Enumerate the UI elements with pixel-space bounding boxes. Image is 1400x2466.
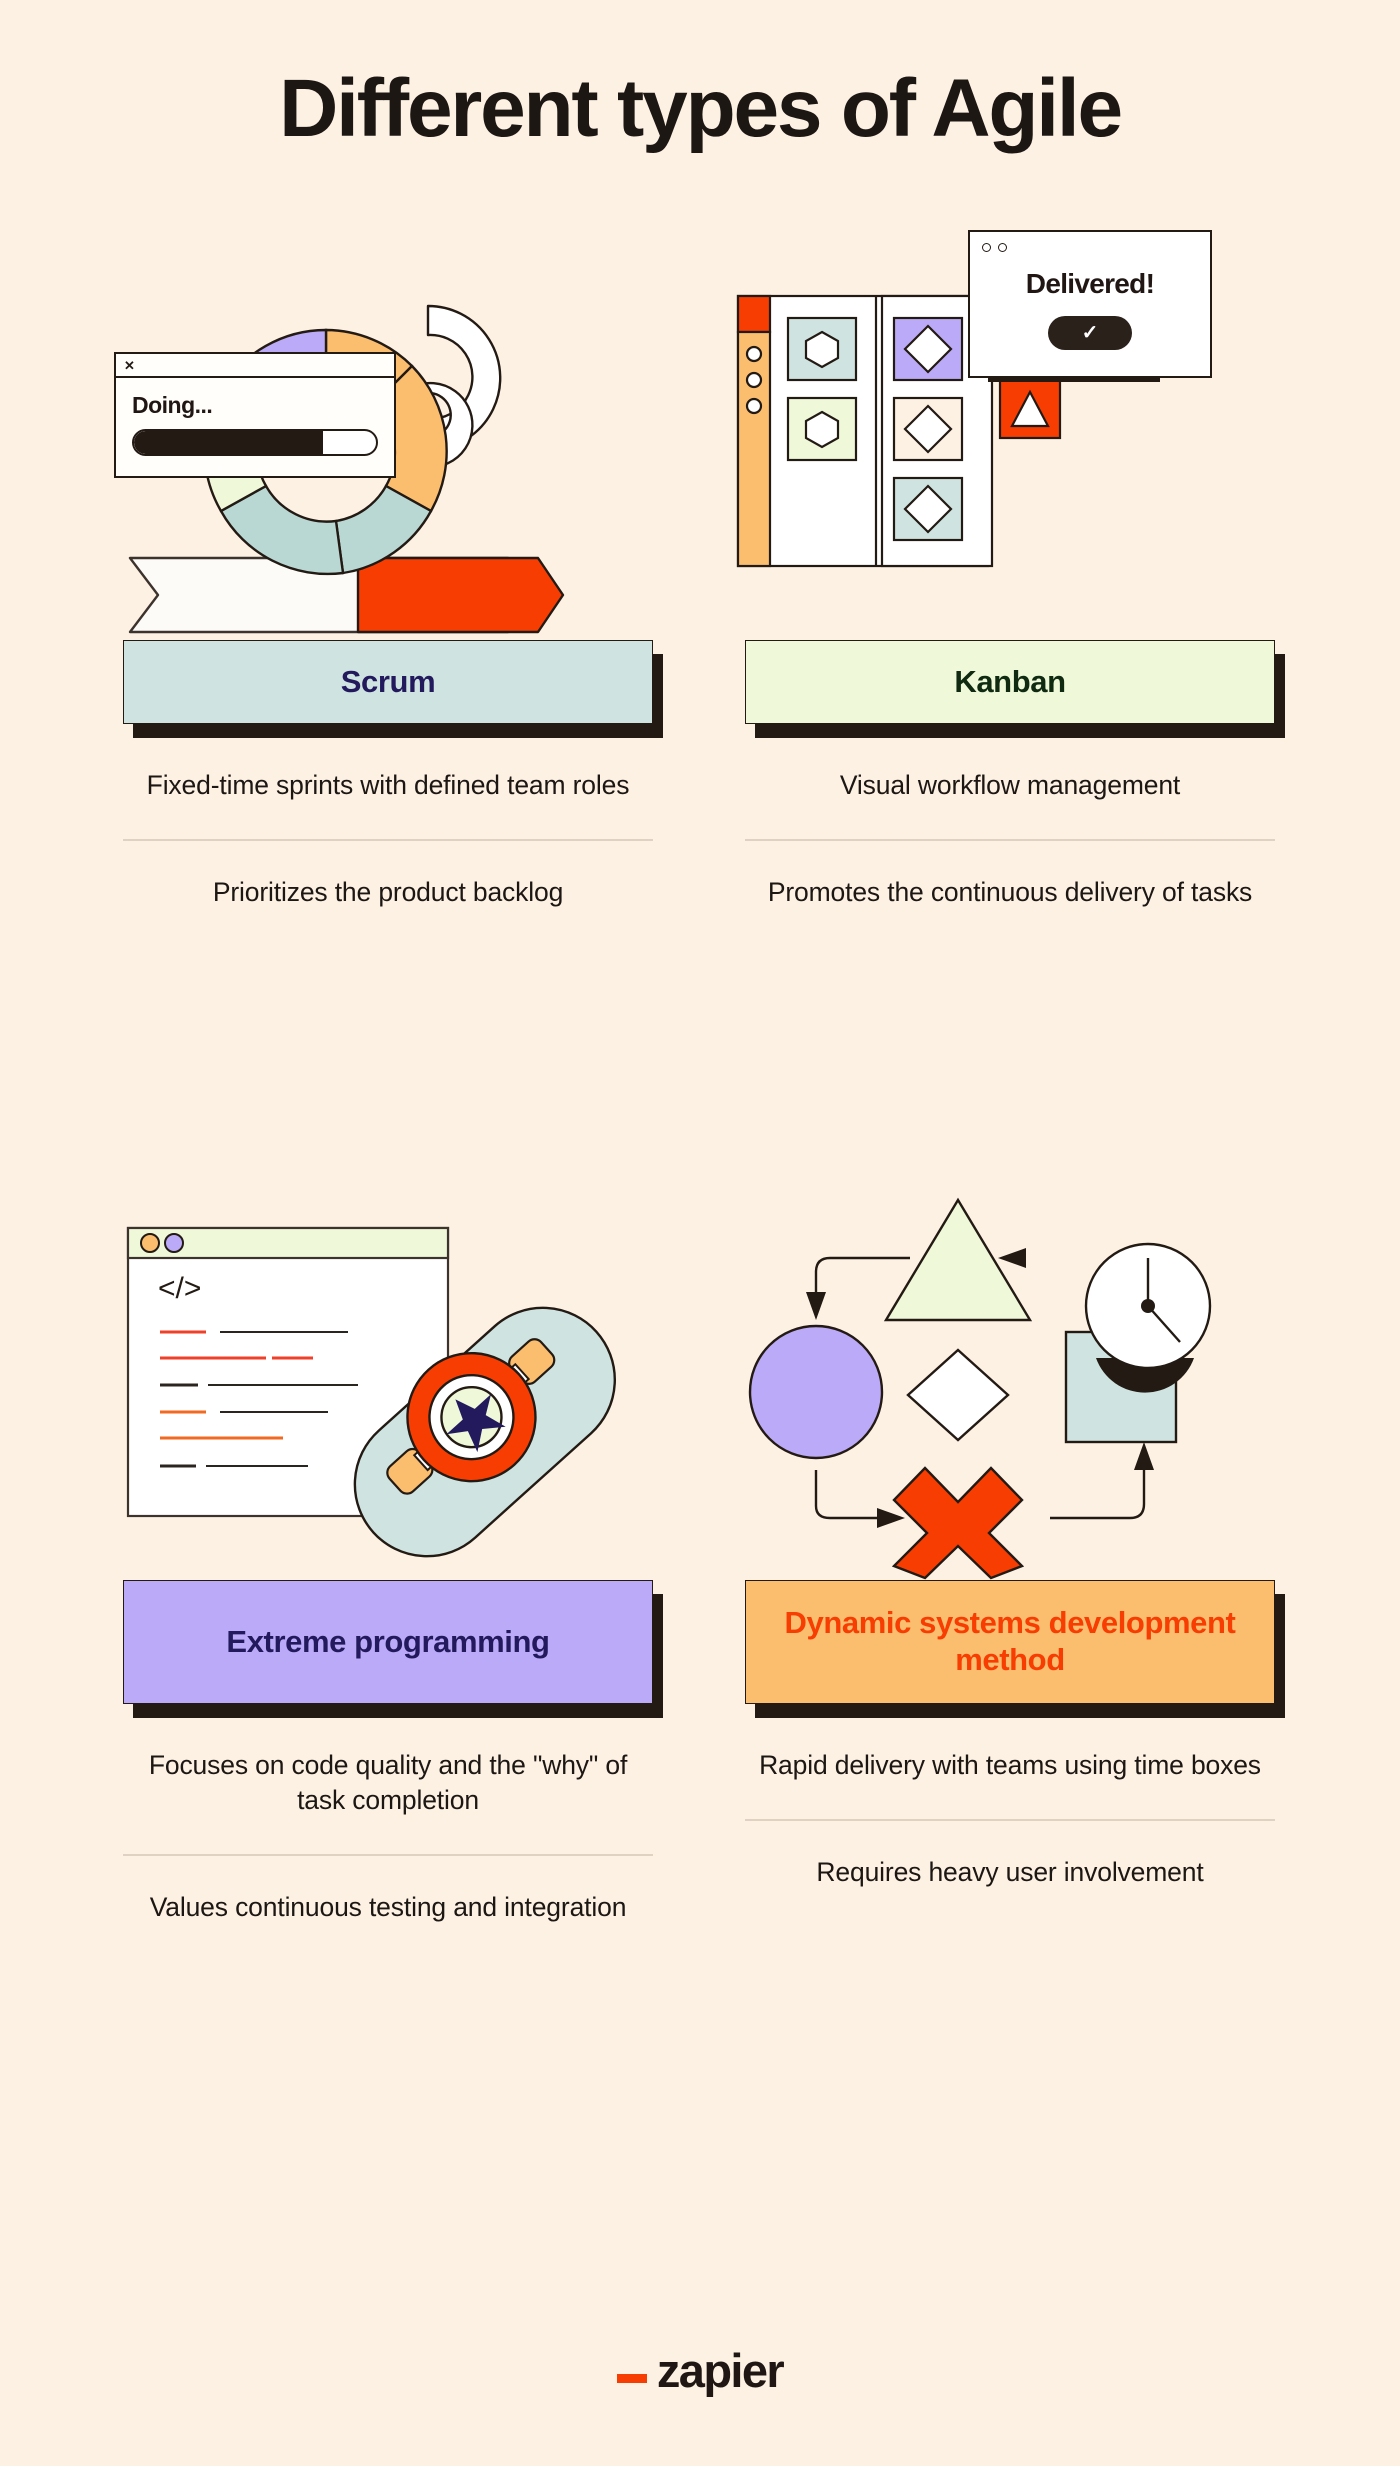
label-scrum[interactable]: Scrum [123, 640, 653, 724]
label-dsdm-text: Dynamic systems development method [784, 1605, 1236, 1677]
zapier-wordmark: zapier [656, 2344, 785, 2397]
progress-bar [132, 429, 378, 456]
arrow-head [998, 1248, 1026, 1268]
shapes-cycle-illustration [730, 1180, 1290, 1580]
divider [123, 839, 653, 841]
label-scrum-text: Scrum [340, 663, 436, 699]
card-extreme-programming: </> Extreme programming Focuses on code … [108, 1180, 668, 1925]
dsdm-points: Rapid delivery with teams using time box… [745, 1704, 1275, 1890]
dsdm-banner-wrap: Dynamic systems development method [745, 1580, 1285, 1718]
dsdm-point-2: Requires heavy user involvement [816, 1856, 1204, 1887]
code-glyph-icon: </> [158, 1272, 201, 1305]
card-kanban: Delivered! ✓ Kanban Visual workflow mana… [730, 230, 1290, 910]
scrum-donut-illustration: ✕ Doing... [108, 240, 668, 640]
code-window-skateboard-illustration: </> [108, 1180, 668, 1580]
divider [123, 1854, 653, 1856]
footer-logo[interactable]: zapier [0, 2347, 1400, 2394]
card-dsdm: Dynamic systems development method Rapid… [730, 1180, 1290, 1890]
sidebar-dot [745, 345, 763, 363]
xp-point-1: Focuses on code quality and the "why" of… [148, 1750, 628, 1816]
delivered-popup-titlebar [970, 232, 1210, 262]
zapier-dash-icon [616, 2374, 647, 2383]
xp-points: Focuses on code quality and the "why" of… [123, 1704, 653, 1925]
kanban-board-illustration: Delivered! ✓ [730, 230, 1290, 640]
xp-point-2: Values continuous testing and integratio… [149, 1891, 627, 1922]
board-card [892, 396, 964, 462]
scrum-points: Fixed-time sprints with defined team rol… [123, 724, 653, 910]
diamond-shape [906, 1348, 1010, 1442]
scrum-point-2: Prioritizes the product backlog [212, 876, 564, 907]
board-card [786, 316, 858, 382]
window-dot-icon [164, 1233, 184, 1253]
check-icon: ✓ [1081, 322, 1099, 344]
kanban-banner-wrap: Kanban [745, 640, 1285, 738]
sidebar-dot [745, 371, 763, 389]
window-dot-icon [998, 242, 1007, 252]
board-sidebar [736, 330, 772, 568]
progress-bar-fill [134, 431, 323, 454]
label-extreme-programming-text: Extreme programming [226, 1623, 550, 1659]
circle-shape [748, 1324, 884, 1460]
delivered-confirm-button[interactable]: ✓ [1048, 316, 1132, 350]
divider [745, 839, 1275, 841]
label-kanban-text: Kanban [954, 663, 1066, 699]
window-dot-icon [982, 242, 991, 252]
scrum-banner-wrap: Scrum [123, 640, 663, 738]
delivered-popup: Delivered! ✓ [968, 230, 1212, 378]
page-title: Different types of Agile [279, 63, 1123, 154]
board-card [892, 316, 964, 382]
arrow-tail [356, 556, 565, 634]
board-card-highlight [998, 378, 1062, 440]
dsdm-point-1: Rapid delivery with teams using time box… [759, 1750, 1261, 1780]
xp-banner-wrap: Extreme programming [123, 1580, 663, 1718]
window-dot-icon [140, 1233, 160, 1253]
arrow-head [806, 1292, 826, 1320]
arrow-head [877, 1508, 905, 1528]
arrow-head [1134, 1442, 1154, 1470]
kanban-point-1: Visual workflow management [839, 770, 1181, 800]
delivered-popup-title: Delivered! [1025, 268, 1155, 299]
doing-window-titlebar: ✕ [116, 354, 394, 378]
infographic-page: Different types of Agile ✕ Doing... Scru… [0, 0, 1400, 2466]
divider [745, 1819, 1275, 1821]
delivered-popup-body: Delivered! ✓ [970, 262, 1210, 376]
board-accent [736, 294, 772, 334]
kanban-point-2: Promotes the continuous delivery of task… [767, 876, 1253, 907]
doing-window: ✕ Doing... [114, 352, 396, 478]
kanban-points: Visual workflow management Promotes the … [745, 724, 1275, 910]
close-icon[interactable]: ✕ [124, 359, 135, 372]
label-kanban[interactable]: Kanban [745, 640, 1275, 724]
board-card [892, 476, 964, 542]
board-card [786, 396, 858, 462]
doing-window-label: Doing... [132, 392, 213, 418]
label-extreme-programming[interactable]: Extreme programming [123, 1580, 653, 1704]
cross-shape [891, 1466, 1025, 1580]
label-dsdm[interactable]: Dynamic systems development method [745, 1580, 1275, 1704]
card-scrum: ✕ Doing... Scrum Fixed-time sprints with… [108, 240, 668, 910]
clock-center [1141, 1299, 1155, 1313]
doing-window-body: Doing... [116, 378, 394, 476]
sidebar-dot [745, 397, 763, 415]
scrum-point-1: Fixed-time sprints with defined team rol… [146, 770, 630, 800]
